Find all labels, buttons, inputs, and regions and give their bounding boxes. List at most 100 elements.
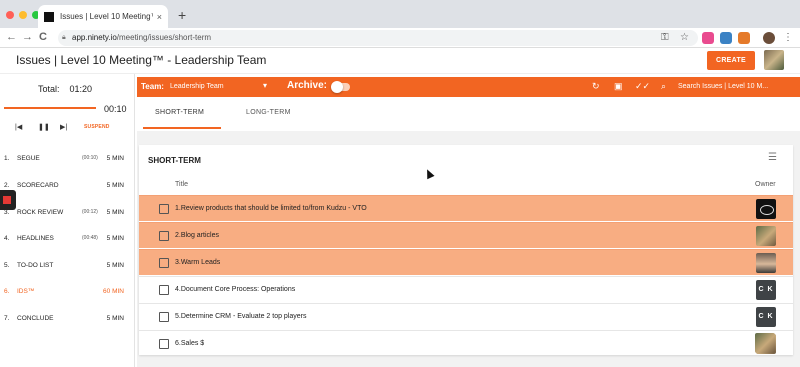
agenda-item-duration: 5 MIN (106, 262, 124, 269)
url-path: /meeting/issues/short-term (116, 33, 212, 42)
issue-row[interactable]: 1.Review products that should be limited… (139, 195, 793, 221)
more-menu-icon[interactable]: ⋮ (783, 32, 793, 43)
reload-icon[interactable]: C (39, 31, 47, 43)
window-minimize-icon[interactable] (19, 11, 27, 19)
done-all-icon[interactable]: ✓✓ (635, 81, 650, 92)
issue-row[interactable]: 3.Warm Leads (139, 249, 793, 275)
browser-tab-bar: Issues | Level 10 Meeting™ | N × + (0, 0, 800, 28)
agenda-item[interactable]: 2. SCORECARD 5 MIN (0, 179, 135, 193)
archive-label: Archive: (287, 80, 328, 91)
agenda-item-number: 2. (4, 182, 10, 189)
bookmark-star-icon[interactable]: ☆ (680, 32, 689, 43)
agenda-item[interactable]: 4. HEADLINES (00:48) 5 MIN (0, 232, 135, 246)
extension-icon[interactable] (702, 32, 714, 44)
search-icon[interactable]: ⌕ (661, 81, 666, 92)
owner-avatar[interactable] (756, 226, 776, 246)
skip-previous-icon[interactable]: |◀ (15, 123, 22, 131)
agenda-item-number: 5. (4, 262, 10, 269)
url-host: app.ninety.io (72, 33, 117, 42)
issue-row[interactable]: 2.Blog articles (139, 222, 793, 248)
total-timer: Total: 01:20 (38, 84, 92, 94)
issue-title[interactable]: 2.Blog articles (175, 232, 219, 239)
active-tab-indicator (143, 127, 221, 129)
main-content: SHORT-TERM LONG-TERM SHORT-TERM ☰ Title … (137, 97, 800, 367)
tab-close-icon[interactable]: × (157, 12, 162, 22)
issue-title[interactable]: 3.Warm Leads (175, 259, 220, 266)
skip-next-icon[interactable]: ▶| (60, 123, 67, 131)
print-icon[interactable]: ▣ (614, 81, 623, 92)
url-field[interactable]: 🔒︎ app.ninety.io/meeting/issues/short-te… (58, 30, 698, 46)
meeting-sidebar: Total: 01:20 00:10 |◀ ❚❚ ▶| SUSPEND 1. SEG… (0, 74, 135, 367)
chevron-down-icon[interactable]: ▾ (263, 81, 267, 90)
issue-checkbox[interactable] (159, 258, 169, 268)
issue-title[interactable]: 1.Review products that should be limited… (175, 205, 367, 212)
issue-title[interactable]: 6.Sales $ (175, 340, 204, 347)
team-label: Team: (141, 82, 164, 91)
extension-icon[interactable] (738, 32, 750, 44)
ninety-favicon-icon (44, 11, 54, 22)
agenda-item-label: ROCK REVIEW (17, 209, 64, 216)
owner-avatar[interactable]: C K (756, 307, 776, 327)
participant-avatar (755, 333, 775, 353)
archive-toggle[interactable] (331, 81, 350, 93)
issue-row[interactable]: 4.Document Core Process: Operations C K (139, 276, 793, 302)
list-menu-icon[interactable]: ☰ (768, 152, 777, 163)
agenda-item-elapsed: (00:10) (82, 155, 98, 161)
tab-short-term[interactable]: SHORT-TERM (155, 109, 204, 116)
total-value: 01:20 (69, 84, 93, 94)
key-icon[interactable]: ⚿ (661, 32, 669, 43)
agenda-item-duration: 60 MIN (103, 288, 124, 295)
agenda-item-number: 6. (4, 288, 10, 295)
issue-row[interactable]: 6.Sales $ (139, 330, 793, 356)
toggle-knob (331, 81, 343, 93)
agenda-item-duration: 5 MIN (106, 235, 124, 242)
agenda-item-label: HEADLINES (17, 235, 54, 242)
extension-icon[interactable] (720, 32, 732, 44)
record-stop-icon (3, 196, 11, 204)
issue-title[interactable]: 4.Document Core Process: Operations (175, 286, 295, 293)
team-toolbar: Team: Leadership Team ▾ Archive: ↻ ▣ ✓✓ … (137, 77, 800, 97)
agenda-item-duration: 5 MIN (106, 182, 124, 189)
agenda-item-label: SCORECARD (17, 182, 59, 189)
agenda-item[interactable]: 6. IDS™ 60 MIN (0, 285, 135, 299)
agenda-item-number: 3. (4, 209, 10, 216)
forward-arrow-icon[interactable]: → (22, 31, 33, 43)
issue-checkbox[interactable] (159, 285, 169, 295)
owner-avatar[interactable] (756, 199, 776, 219)
agenda-item[interactable]: 1. SEGUE (00:10) 5 MIN (0, 152, 135, 166)
record-button[interactable] (0, 190, 16, 210)
browser-tab[interactable]: Issues | Level 10 Meeting™ | N × (38, 5, 168, 28)
issue-title[interactable]: 5.Determine CRM - Evaluate 2 top players (175, 313, 307, 320)
pause-icon[interactable]: ❚❚ (38, 123, 50, 131)
owner-avatar[interactable]: C K (756, 280, 776, 300)
agenda-item-duration: 5 MIN (106, 209, 124, 216)
agenda-item-label: SEGUE (17, 155, 40, 162)
agenda-item[interactable]: 3. ROCK REVIEW (00:12) 5 MIN (0, 206, 135, 220)
suspend-button[interactable]: SUSPEND (84, 124, 110, 130)
agenda-item[interactable]: 7. CONCLUDE 5 MIN (0, 312, 135, 326)
owner-avatar[interactable] (756, 253, 776, 273)
refresh-icon[interactable]: ↻ (592, 81, 600, 92)
search-input[interactable]: Search Issues | Level 10 M... (678, 83, 768, 90)
issue-checkbox[interactable] (159, 339, 169, 349)
tab-long-term[interactable]: LONG-TERM (246, 109, 291, 116)
agenda-item-number: 7. (4, 315, 10, 322)
agenda-item[interactable]: 5. TO-DO LIST 5 MIN (0, 259, 135, 273)
issue-checkbox[interactable] (159, 312, 169, 322)
issue-checkbox[interactable] (159, 231, 169, 241)
issues-card: SHORT-TERM ☰ Title Owner 1.Review produc… (139, 145, 793, 355)
issue-checkbox[interactable] (159, 204, 169, 214)
agenda-item-elapsed: (00:12) (82, 209, 98, 215)
user-avatar[interactable] (764, 50, 784, 70)
app-header: Issues | Level 10 Meeting™ - Leadership … (0, 48, 800, 74)
card-title: SHORT-TERM (148, 156, 201, 165)
create-button[interactable]: CREATE (707, 51, 755, 70)
back-arrow-icon[interactable]: ← (6, 31, 17, 43)
section-elapsed-time: 00:10 (104, 104, 127, 114)
team-select[interactable]: Leadership Team (170, 83, 224, 90)
profile-avatar-icon[interactable] (763, 32, 775, 44)
issue-row[interactable]: 5.Determine CRM - Evaluate 2 top players… (139, 303, 793, 329)
window-close-icon[interactable] (6, 11, 14, 19)
column-header-owner: Owner (755, 181, 776, 188)
new-tab-button[interactable]: + (178, 7, 186, 23)
